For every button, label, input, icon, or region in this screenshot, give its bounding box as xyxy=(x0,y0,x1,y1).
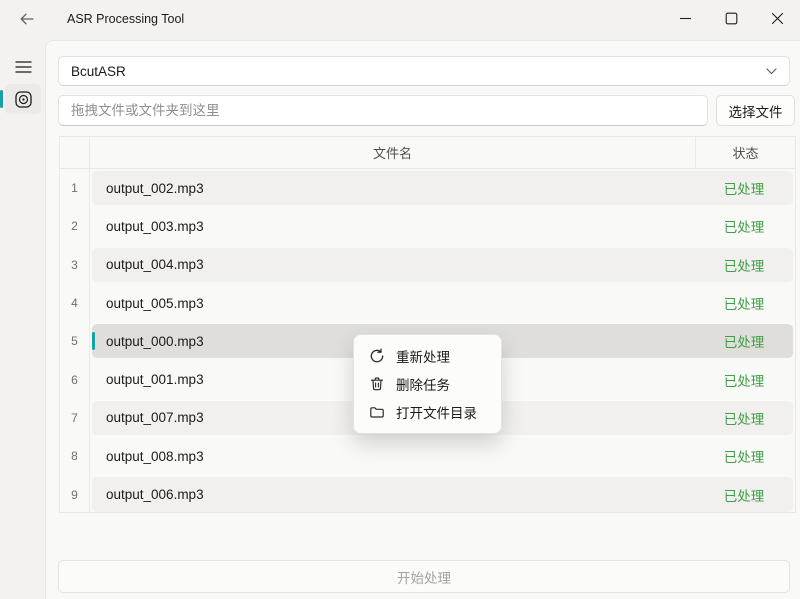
start-processing-label: 开始处理 xyxy=(397,567,451,587)
choose-file-button[interactable]: 选择文件 xyxy=(716,95,795,126)
chevron-down-icon xyxy=(766,68,777,75)
file-name: output_005.mp3 xyxy=(106,296,695,311)
row-index: 9 xyxy=(60,475,90,513)
status-label: 已处理 xyxy=(695,408,793,428)
table-header: 文件名 状态 xyxy=(60,137,795,169)
sidebar-selection-accent-bar xyxy=(0,90,3,108)
file-name: output_002.mp3 xyxy=(106,181,695,196)
sidebar-item-asr[interactable] xyxy=(5,84,41,114)
maximize-button[interactable] xyxy=(708,0,754,37)
file-name: output_004.mp3 xyxy=(106,257,695,272)
minimize-button[interactable] xyxy=(662,0,708,37)
window-title: ASR Processing Tool xyxy=(67,12,184,26)
header-status: 状态 xyxy=(695,137,795,168)
row-index: 4 xyxy=(60,284,90,322)
maximize-icon xyxy=(725,12,738,25)
record-lens-icon xyxy=(14,90,33,109)
table-row[interactable]: 4output_005.mp3已处理 xyxy=(60,284,795,322)
context-menu-item-open-folder[interactable]: 打开文件目录 xyxy=(354,398,501,426)
row-index: 3 xyxy=(60,246,90,284)
table-row[interactable]: 1output_002.mp3已处理 xyxy=(60,169,795,207)
table-row[interactable]: 8output_008.mp3已处理 xyxy=(60,437,795,475)
row-index: 8 xyxy=(60,437,90,475)
table-row[interactable]: 9output_006.mp3已处理 xyxy=(60,475,795,513)
row-content[interactable]: output_002.mp3已处理 xyxy=(92,171,793,205)
row-index: 6 xyxy=(60,360,90,398)
file-drop-input[interactable] xyxy=(58,95,708,126)
row-index: 1 xyxy=(60,169,90,207)
choose-file-label: 选择文件 xyxy=(729,101,783,121)
status-label: 已处理 xyxy=(695,178,793,198)
row-content[interactable]: output_004.mp3已处理 xyxy=(92,248,793,282)
row-index: 5 xyxy=(60,322,90,360)
start-processing-button[interactable]: 开始处理 xyxy=(58,560,790,593)
context-menu-label: 重新处理 xyxy=(396,346,450,366)
trash-icon xyxy=(369,376,385,392)
table-row[interactable]: 2output_003.mp3已处理 xyxy=(60,207,795,245)
arrow-left-icon xyxy=(19,11,35,27)
context-menu-item-reprocess[interactable]: 重新处理 xyxy=(354,342,501,370)
content-panel: BcutASR 选择文件 文件名 状态 1output_002.mp3已处理2o… xyxy=(45,40,800,599)
file-name: output_008.mp3 xyxy=(106,449,695,464)
status-label: 已处理 xyxy=(695,446,793,466)
close-button[interactable] xyxy=(754,0,800,37)
table-row[interactable]: 3output_004.mp3已处理 xyxy=(60,246,795,284)
file-table: 文件名 状态 1output_002.mp3已处理2output_003.mp3… xyxy=(59,136,796,513)
row-content[interactable]: output_008.mp3已处理 xyxy=(92,439,793,473)
context-menu-label: 删除任务 xyxy=(396,374,450,394)
row-index: 2 xyxy=(60,207,90,245)
status-label: 已处理 xyxy=(695,485,793,505)
engine-dropdown-value: BcutASR xyxy=(71,64,126,79)
status-label: 已处理 xyxy=(695,331,793,351)
context-menu-item-delete[interactable]: 删除任务 xyxy=(354,370,501,398)
hamburger-icon xyxy=(15,60,32,74)
selection-accent-bar xyxy=(92,332,95,350)
status-label: 已处理 xyxy=(695,255,793,275)
context-menu: 重新处理 删除任务 打开文件目录 xyxy=(353,334,502,434)
minimize-icon xyxy=(679,12,692,25)
close-icon xyxy=(771,12,784,25)
row-index: 7 xyxy=(60,399,90,437)
engine-dropdown[interactable]: BcutASR xyxy=(58,56,790,86)
folder-icon xyxy=(369,404,385,420)
row-content[interactable]: output_006.mp3已处理 xyxy=(92,477,793,511)
sidebar xyxy=(0,40,45,599)
file-name: output_003.mp3 xyxy=(106,219,695,234)
header-index-column xyxy=(60,137,90,168)
status-label: 已处理 xyxy=(695,370,793,390)
row-content[interactable]: output_005.mp3已处理 xyxy=(92,286,793,320)
window-controls xyxy=(662,0,800,37)
refresh-icon xyxy=(369,348,385,364)
row-content[interactable]: output_003.mp3已处理 xyxy=(92,209,793,243)
context-menu-label: 打开文件目录 xyxy=(396,402,477,422)
nav-menu-button[interactable] xyxy=(9,54,37,80)
file-name: output_006.mp3 xyxy=(106,487,695,502)
status-label: 已处理 xyxy=(695,293,793,313)
titlebar: ASR Processing Tool xyxy=(0,0,800,40)
status-label: 已处理 xyxy=(695,216,793,236)
header-filename: 文件名 xyxy=(90,143,695,162)
back-button[interactable] xyxy=(10,4,44,34)
